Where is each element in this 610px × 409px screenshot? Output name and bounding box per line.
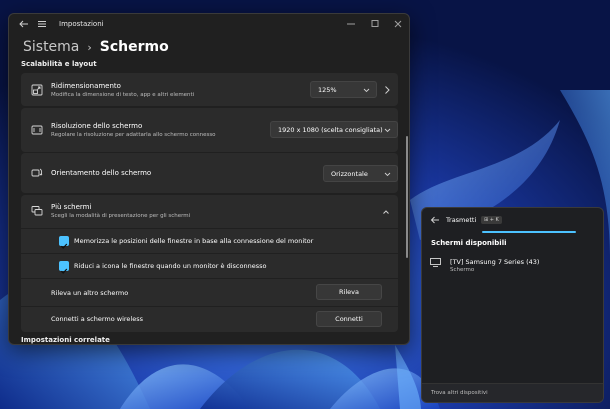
chevron-right-icon[interactable] [383, 85, 391, 95]
scaling-dropdown[interactable]: 125% [310, 81, 377, 98]
find-other-devices-link[interactable]: Trova altri dispositivi [431, 390, 488, 396]
chevron-down-icon [384, 128, 391, 133]
section-title-related: Impostazioni correlate [21, 336, 110, 344]
connect-button[interactable]: Connetti [316, 311, 382, 327]
scaling-title: Ridimensionamento [51, 82, 121, 90]
back-arrow-icon[interactable] [18, 18, 30, 30]
detect-button[interactable]: Rileva [316, 284, 382, 300]
remember-positions-row: Memorizza le posizioni delle finestre in… [21, 229, 398, 253]
scrollbar[interactable] [406, 136, 408, 258]
remember-positions-label: Memorizza le posizioni delle finestre in… [74, 237, 314, 245]
multi-display-title: Più schermi [51, 203, 92, 211]
multiple-displays-icon [31, 206, 43, 216]
resolution-card: Risoluzione dello schermo Regolare la ri… [21, 108, 398, 152]
available-displays-heading: Schermi disponibili [431, 239, 507, 247]
breadcrumb-root[interactable]: Sistema [23, 39, 79, 55]
cast-footer: Trova altri dispositivi [422, 383, 603, 402]
orientation-dropdown[interactable]: Orizzontale [323, 165, 398, 182]
resolution-value: 1920 x 1080 (scelta consigliata) [278, 125, 383, 134]
cast-panel: Trasmetti ⊞ + K Schermi disponibili [TV]… [421, 207, 604, 403]
scaling-card[interactable]: Ridimensionamento Modifica la dimensione… [21, 73, 398, 106]
scale-icon [31, 84, 43, 96]
breadcrumb: Sistema › Schermo [23, 37, 169, 57]
checkmark-icon [60, 243, 68, 249]
detect-display-label: Rileva un altro schermo [51, 289, 129, 297]
orientation-card: Orientamento dello schermo Orizzontale [21, 153, 398, 193]
minimize-icon[interactable] [343, 17, 359, 31]
breadcrumb-separator: › [87, 40, 92, 54]
detect-display-row: Rileva un altro schermo Rileva [21, 279, 398, 306]
section-title-scale-layout: Scalabilità e layout [21, 60, 97, 68]
multi-display-subtitle: Scegli la modalità di presentazione per … [51, 213, 191, 219]
resolution-subtitle: Regolare la risoluzione per adattarla al… [51, 132, 216, 138]
cast-device-type: Schermo [450, 267, 475, 273]
close-icon[interactable] [390, 17, 406, 31]
maximize-icon[interactable] [367, 17, 383, 31]
orientation-title: Orientamento dello schermo [51, 169, 152, 177]
window-title: Impostazioni [59, 20, 104, 28]
resolution-dropdown[interactable]: 1920 x 1080 (scelta consigliata) [270, 121, 398, 138]
multi-display-card[interactable]: Più schermi Scegli la modalità di presen… [21, 195, 398, 228]
scaling-value: 125% [318, 85, 337, 94]
scaling-subtitle: Modifica la dimensione di testo, app e a… [51, 92, 195, 98]
title-bar: Impostazioni [9, 14, 409, 36]
page-title: Schermo [99, 39, 169, 55]
minimize-windows-row: Riduci a icona le finestre quando un mon… [21, 254, 398, 278]
cast-device-name[interactable]: [TV] Samsung 7 Series (43) [450, 258, 539, 266]
minimize-windows-checkbox[interactable] [59, 261, 69, 274]
chevron-down-icon [384, 172, 391, 177]
searching-progress-bar [482, 231, 576, 233]
remember-positions-checkbox[interactable] [59, 236, 69, 249]
wireless-display-label: Connetti a schermo wireless [51, 315, 144, 323]
cast-shortcut: ⊞ + K [481, 216, 502, 224]
resolution-icon [31, 125, 43, 135]
checkmark-icon [60, 268, 68, 274]
chevron-down-icon [363, 88, 370, 93]
minimize-windows-label: Riduci a icona le finestre quando un mon… [74, 262, 267, 270]
wireless-display-row: Connetti a schermo wireless Connetti [21, 307, 398, 332]
orientation-value: Orizzontale [331, 169, 368, 178]
chevron-up-icon[interactable] [382, 207, 390, 217]
monitor-icon [430, 258, 441, 267]
cast-title: Trasmetti [446, 216, 477, 224]
settings-window: Impostazioni Sistema › Schermo Scalabili… [8, 13, 410, 345]
orientation-icon [31, 168, 43, 177]
back-arrow-icon[interactable] [430, 215, 440, 225]
hamburger-menu-icon[interactable] [36, 18, 48, 30]
resolution-title: Risoluzione dello schermo [51, 122, 143, 130]
